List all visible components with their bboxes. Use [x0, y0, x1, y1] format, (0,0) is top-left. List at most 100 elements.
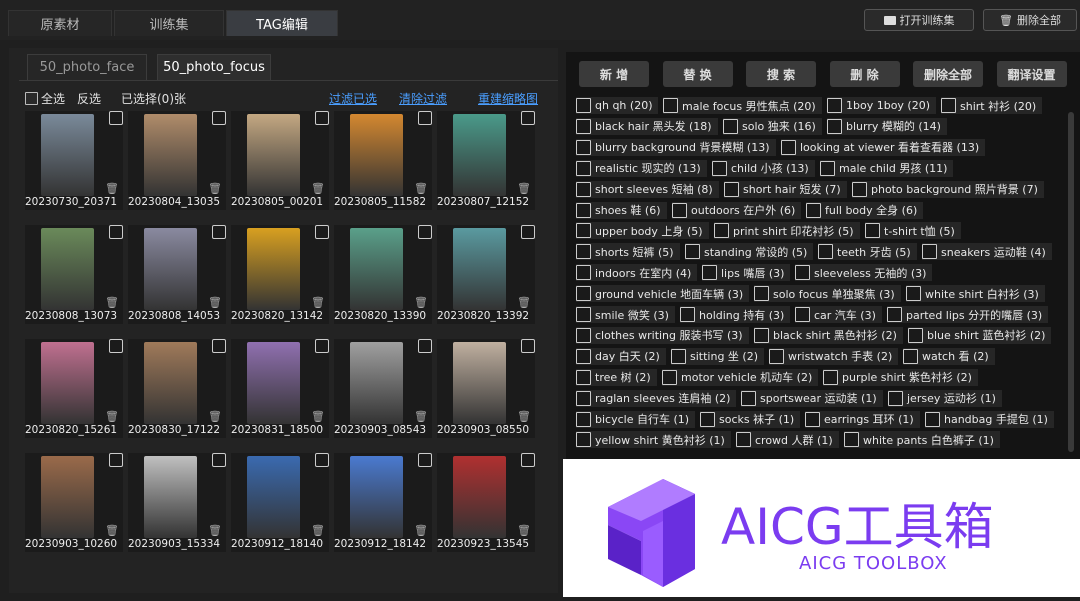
trash-icon[interactable]: 🗑 [414, 524, 428, 537]
clear-filter-link[interactable]: 清除过滤 [399, 90, 447, 106]
tag-checkbox[interactable] [781, 139, 796, 155]
tag-checkbox[interactable] [576, 118, 591, 134]
tag-item[interactable]: outdoors 在户外 (6) [672, 201, 802, 219]
tag-item[interactable]: sleeveless 无袖的 (3) [795, 264, 933, 282]
tag-checkbox[interactable] [702, 265, 717, 281]
tag-item[interactable]: 1boy 1boy (20) [827, 97, 937, 114]
tag-checkbox[interactable] [806, 202, 821, 218]
tag-item[interactable]: male child 男孩 (11) [820, 159, 954, 177]
tag-item[interactable]: day 白天 (2) [576, 347, 666, 365]
tag-checkbox[interactable] [576, 327, 591, 343]
tag-item[interactable]: bicycle 自行车 (1) [576, 410, 696, 428]
tag-item[interactable]: clothes writing 服装书写 (3) [576, 326, 749, 344]
tag-checkbox[interactable] [671, 348, 686, 364]
image-thumbnail[interactable]: 🗑 20230903_08550 [437, 339, 535, 438]
image-thumbnail[interactable]: 🗑 20230903_10260 [25, 453, 123, 552]
tag-checkbox[interactable] [827, 98, 842, 113]
tag-item[interactable]: sportswear 运动装 (1) [741, 389, 883, 407]
tag-checkbox[interactable] [754, 286, 769, 302]
thumbnail-checkbox[interactable] [315, 225, 329, 239]
thumbnail-checkbox[interactable] [315, 111, 329, 125]
image-thumbnail[interactable]: 🗑 20230820_13392 [437, 225, 535, 324]
tag-item[interactable]: short sleeves 短袖 (8) [576, 180, 719, 198]
tag-checkbox[interactable] [576, 160, 591, 176]
tag-checkbox[interactable] [663, 98, 678, 113]
tag-checkbox[interactable] [908, 327, 923, 343]
tag-item[interactable]: tree 树 (2) [576, 368, 657, 386]
trash-icon[interactable]: 🗑 [517, 182, 531, 195]
tag-item[interactable]: qh qh (20) [576, 97, 659, 114]
tag-item[interactable]: short hair 短发 (7) [724, 180, 847, 198]
image-thumbnail[interactable]: 🗑 20230820_13142 [231, 225, 329, 324]
tag-item[interactable]: handbag 手提包 (1) [925, 410, 1054, 428]
tag-checkbox[interactable] [922, 244, 937, 260]
image-thumbnail[interactable]: 🗑 20230808_13073 [25, 225, 123, 324]
tag-checkbox[interactable] [906, 286, 921, 302]
tag-item[interactable]: blurry 模糊的 (14) [827, 117, 947, 135]
tag-item[interactable]: lips 嘴唇 (3) [702, 264, 791, 282]
thumbnail-checkbox[interactable] [521, 453, 535, 467]
thumbnail-checkbox[interactable] [109, 225, 123, 239]
thumbnail-checkbox[interactable] [521, 225, 535, 239]
tag-checkbox[interactable] [795, 265, 810, 281]
image-thumbnail[interactable]: 🗑 20230923_13545 [437, 453, 535, 552]
tag-item[interactable]: shirt 衬衫 (20) [941, 97, 1043, 114]
image-thumbnail[interactable]: 🗑 20230805_11582 [334, 111, 432, 210]
tag-item[interactable]: crowd 人群 (1) [736, 431, 839, 449]
trash-icon[interactable]: 🗑 [517, 296, 531, 309]
tag-item[interactable]: socks 袜子 (1) [700, 410, 801, 428]
trash-icon[interactable]: 🗑 [414, 296, 428, 309]
tag-checkbox[interactable] [662, 369, 677, 385]
tag-checkbox[interactable] [724, 181, 739, 197]
tag-checkbox[interactable] [887, 307, 902, 322]
image-thumbnail[interactable]: 🗑 20230912_18140 [231, 453, 329, 552]
image-thumbnail[interactable]: 🗑 20230807_12152 [437, 111, 535, 210]
tag-item[interactable]: shorts 短裤 (5) [576, 243, 680, 261]
tag-checkbox[interactable] [925, 411, 940, 427]
image-thumbnail[interactable]: 🗑 20230831_18500 [231, 339, 329, 438]
tag-item[interactable]: ground vehicle 地面车辆 (3) [576, 285, 750, 303]
thumbnail-checkbox[interactable] [418, 339, 432, 353]
thumbnail-checkbox[interactable] [315, 339, 329, 353]
thumbnail-checkbox[interactable] [109, 339, 123, 353]
tag-checkbox[interactable] [805, 411, 820, 427]
thumbnail-checkbox[interactable] [418, 111, 432, 125]
tag-item[interactable]: blue shirt 蓝色衬衫 (2) [908, 326, 1052, 344]
tag-checkbox[interactable] [754, 327, 769, 343]
trash-icon[interactable]: 🗑 [105, 182, 119, 195]
invert-selection-button[interactable]: 反选 [77, 90, 101, 106]
trash-icon[interactable]: 🗑 [105, 524, 119, 537]
tag-checkbox[interactable] [723, 118, 738, 134]
tag-item[interactable]: black shirt 黑色衬衫 (2) [754, 326, 903, 344]
select-all-checkbox[interactable] [25, 91, 38, 105]
tag-checkbox[interactable] [576, 139, 591, 155]
thumbnail-checkbox[interactable] [315, 453, 329, 467]
tag-checkbox[interactable] [741, 390, 756, 406]
tag-item[interactable]: child 小孩 (13) [712, 159, 815, 177]
delete-all-tags-button[interactable]: 删除全部 [913, 61, 983, 87]
tag-item[interactable]: shoes 鞋 (6) [576, 201, 667, 219]
tag-item[interactable]: standing 常设的 (5) [685, 243, 814, 261]
image-thumbnail[interactable]: 🗑 20230730_20371 [25, 111, 123, 210]
tag-checkbox[interactable] [818, 244, 833, 260]
tag-checkbox[interactable] [576, 244, 591, 260]
tag-item[interactable]: white shirt 白衬衫 (3) [906, 285, 1045, 303]
tag-item[interactable]: car 汽车 (3) [795, 306, 882, 323]
tag-checkbox[interactable] [576, 390, 591, 406]
tag-checkbox[interactable] [576, 265, 591, 281]
tag-checkbox[interactable] [576, 348, 591, 364]
tag-item[interactable]: holding 持有 (3) [680, 306, 791, 323]
tag-item[interactable]: watch 看 (2) [903, 347, 995, 365]
tab-raw-material[interactable]: 原素材 [8, 10, 112, 36]
thumbnail-checkbox[interactable] [212, 111, 226, 125]
tag-checkbox[interactable] [700, 411, 715, 427]
filter-selected-link[interactable]: 过滤已选 [329, 90, 377, 106]
tag-item[interactable]: white pants 白色裤子 (1) [844, 431, 1000, 449]
tag-checkbox[interactable] [714, 223, 729, 239]
tag-item[interactable]: smile 微笑 (3) [576, 306, 675, 323]
replace-tag-button[interactable]: 替 换 [662, 61, 733, 87]
tag-checkbox[interactable] [576, 411, 591, 427]
tag-item[interactable]: full body 全身 (6) [806, 201, 924, 219]
tag-checkbox[interactable] [795, 307, 810, 322]
tag-checkbox[interactable] [736, 432, 751, 448]
